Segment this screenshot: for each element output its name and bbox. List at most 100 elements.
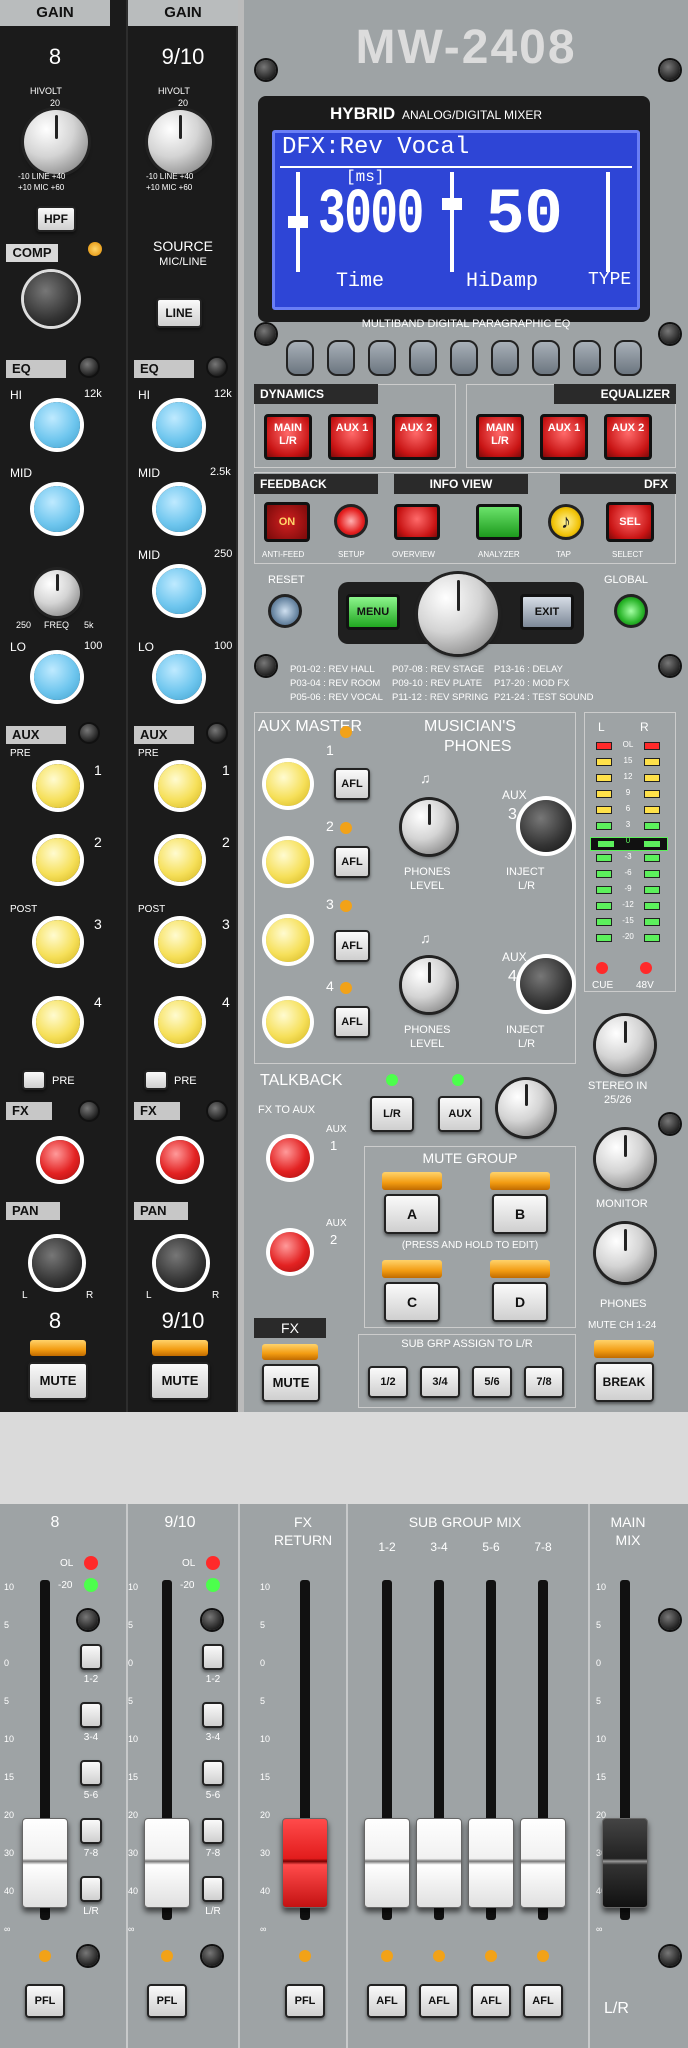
equalizer-main-lr-button[interactable]: MAIN L/R — [476, 414, 524, 460]
assign-button-9-10[interactable] — [202, 1760, 224, 1786]
mute-group-b-button[interactable]: B — [492, 1194, 548, 1234]
gain-knob-9-10[interactable] — [148, 110, 212, 174]
fader-subgroup-5-6-cap[interactable] — [468, 1818, 514, 1908]
fader-fx-return-pfl-button[interactable]: PFL — [285, 1984, 325, 2018]
eq-freq-knob-8[interactable] — [34, 570, 80, 616]
assign-button-8[interactable] — [80, 1702, 102, 1728]
gain-knob-8[interactable] — [24, 110, 88, 174]
eq-band-button[interactable] — [286, 340, 314, 376]
fader-ch-9-10-pfl-button[interactable]: PFL — [147, 1984, 187, 2018]
fader-ch-8-cap[interactable] — [22, 1818, 68, 1908]
talkback-level-knob[interactable] — [498, 1080, 554, 1136]
fader-ch-9-10-cap[interactable] — [144, 1818, 190, 1908]
dynamics-aux2-button[interactable]: AUX 2 — [392, 414, 440, 460]
assign-button-9-10[interactable] — [202, 1702, 224, 1728]
aux-master-4-knob[interactable] — [266, 1000, 310, 1044]
fader-ch-8-pfl-button[interactable]: PFL — [25, 1984, 65, 2018]
setup-gear-icon[interactable] — [334, 504, 368, 538]
fader-subgroup-1-2-cap[interactable] — [364, 1818, 410, 1908]
reset-icon[interactable] — [268, 594, 302, 628]
analyzer-button[interactable] — [476, 504, 522, 540]
assign-button-8[interactable] — [80, 1760, 102, 1786]
hpf-button[interactable]: HPF — [36, 206, 76, 232]
assign-button-8[interactable] — [80, 1876, 102, 1902]
eq-mid-knob-8[interactable] — [34, 486, 80, 532]
mute-button-9-10[interactable]: MUTE — [150, 1362, 210, 1400]
mute-group-a-button[interactable]: A — [384, 1194, 440, 1234]
eq-hi-knob-8[interactable] — [34, 402, 80, 448]
aux-master-3-afl-button[interactable]: AFL — [334, 930, 370, 962]
eq-band-button[interactable] — [532, 340, 560, 376]
feedback-on-button[interactable]: ON — [264, 502, 310, 542]
eq-lo-knob-9-10[interactable] — [156, 654, 202, 700]
aux-master-3-knob[interactable] — [266, 918, 310, 962]
subgrp-7-8-button[interactable]: 7/8 — [524, 1366, 564, 1398]
comp-knob[interactable] — [24, 272, 78, 326]
dynamics-main-lr-button[interactable]: MAIN L/R — [264, 414, 312, 460]
phones-knob[interactable] — [596, 1224, 654, 1282]
phones-level-knob-3[interactable] — [402, 800, 456, 854]
stereo-in-knob[interactable] — [596, 1016, 654, 1074]
subgrp-1-2-button[interactable]: 1/2 — [368, 1366, 408, 1398]
talkback-lr-button[interactable]: L/R — [370, 1096, 414, 1132]
eq-band-button[interactable] — [573, 340, 601, 376]
fader-main-mix-cap[interactable] — [602, 1818, 648, 1908]
subgrp-3-4-button[interactable]: 3/4 — [420, 1366, 460, 1398]
eq-mid-knob-9-10[interactable] — [156, 486, 202, 532]
aux-master-1-knob[interactable] — [266, 762, 310, 806]
aux-4-knob-8[interactable] — [36, 1000, 80, 1044]
aux-master-4-afl-button[interactable]: AFL — [334, 1006, 370, 1038]
fx-to-aux1-knob[interactable] — [270, 1138, 310, 1178]
fader-subgroup-1-2-afl-button[interactable]: AFL — [367, 1984, 407, 2018]
equalizer-aux2-button[interactable]: AUX 2 — [604, 414, 652, 460]
equalizer-aux1-button[interactable]: AUX 1 — [540, 414, 588, 460]
monitor-knob[interactable] — [596, 1130, 654, 1188]
fader-fx-return-cap[interactable] — [282, 1818, 328, 1908]
eq-band-button[interactable] — [368, 340, 396, 376]
mute-button-8[interactable]: MUTE — [28, 1362, 88, 1400]
aux-3-knob-9-10[interactable] — [158, 920, 202, 964]
assign-button-9-10[interactable] — [202, 1818, 224, 1844]
assign-button-9-10[interactable] — [202, 1644, 224, 1670]
assign-button-8[interactable] — [80, 1818, 102, 1844]
inject-knob-3[interactable] — [520, 800, 572, 852]
aux-3-knob-8[interactable] — [36, 920, 80, 964]
aux-master-2-afl-button[interactable]: AFL — [334, 846, 370, 878]
data-encoder-knob[interactable] — [418, 574, 498, 654]
pan-knob-9-10[interactable] — [156, 1238, 206, 1288]
fx-knob-8[interactable] — [40, 1140, 80, 1180]
mute-group-d-button[interactable]: D — [492, 1282, 548, 1322]
fader-subgroup-3-4-cap[interactable] — [416, 1818, 462, 1908]
aux-4-knob-9-10[interactable] — [158, 1000, 202, 1044]
aux-pre-button-9-10[interactable] — [144, 1070, 168, 1090]
eq-band-button[interactable] — [614, 340, 642, 376]
inject-knob-4[interactable] — [520, 958, 572, 1010]
eq-lo-knob-8[interactable] — [34, 654, 80, 700]
tap-note-icon[interactable]: ♪ — [548, 504, 584, 540]
aux-1-knob-8[interactable] — [36, 764, 80, 808]
exit-button[interactable]: EXIT — [520, 594, 574, 630]
assign-button-8[interactable] — [80, 1644, 102, 1670]
line-button[interactable]: LINE — [156, 298, 202, 328]
mute-group-c-button[interactable]: C — [384, 1282, 440, 1322]
eq-hi-knob-9-10[interactable] — [156, 402, 202, 448]
phones-level-knob-4[interactable] — [402, 958, 456, 1012]
aux-2-knob-9-10[interactable] — [158, 838, 202, 882]
global-globe-icon[interactable] — [614, 594, 648, 628]
eq-band-button[interactable] — [409, 340, 437, 376]
fx-mute-button[interactable]: MUTE — [262, 1364, 320, 1402]
pan-knob-8[interactable] — [32, 1238, 82, 1288]
aux-master-2-knob[interactable] — [266, 840, 310, 884]
aux-master-1-afl-button[interactable]: AFL — [334, 768, 370, 800]
dfx-select-button[interactable]: SEL — [606, 502, 654, 542]
aux-1-knob-9-10[interactable] — [158, 764, 202, 808]
assign-button-9-10[interactable] — [202, 1876, 224, 1902]
eq-mid2-knob-9-10[interactable] — [156, 568, 202, 614]
fx-to-aux2-knob[interactable] — [270, 1232, 310, 1272]
aux-pre-button-8[interactable] — [22, 1070, 46, 1090]
fader-subgroup-5-6-afl-button[interactable]: AFL — [471, 1984, 511, 2018]
fader-subgroup-7-8-afl-button[interactable]: AFL — [523, 1984, 563, 2018]
overview-button[interactable] — [394, 504, 440, 540]
aux-2-knob-8[interactable] — [36, 838, 80, 882]
fx-knob-9-10[interactable] — [160, 1140, 200, 1180]
